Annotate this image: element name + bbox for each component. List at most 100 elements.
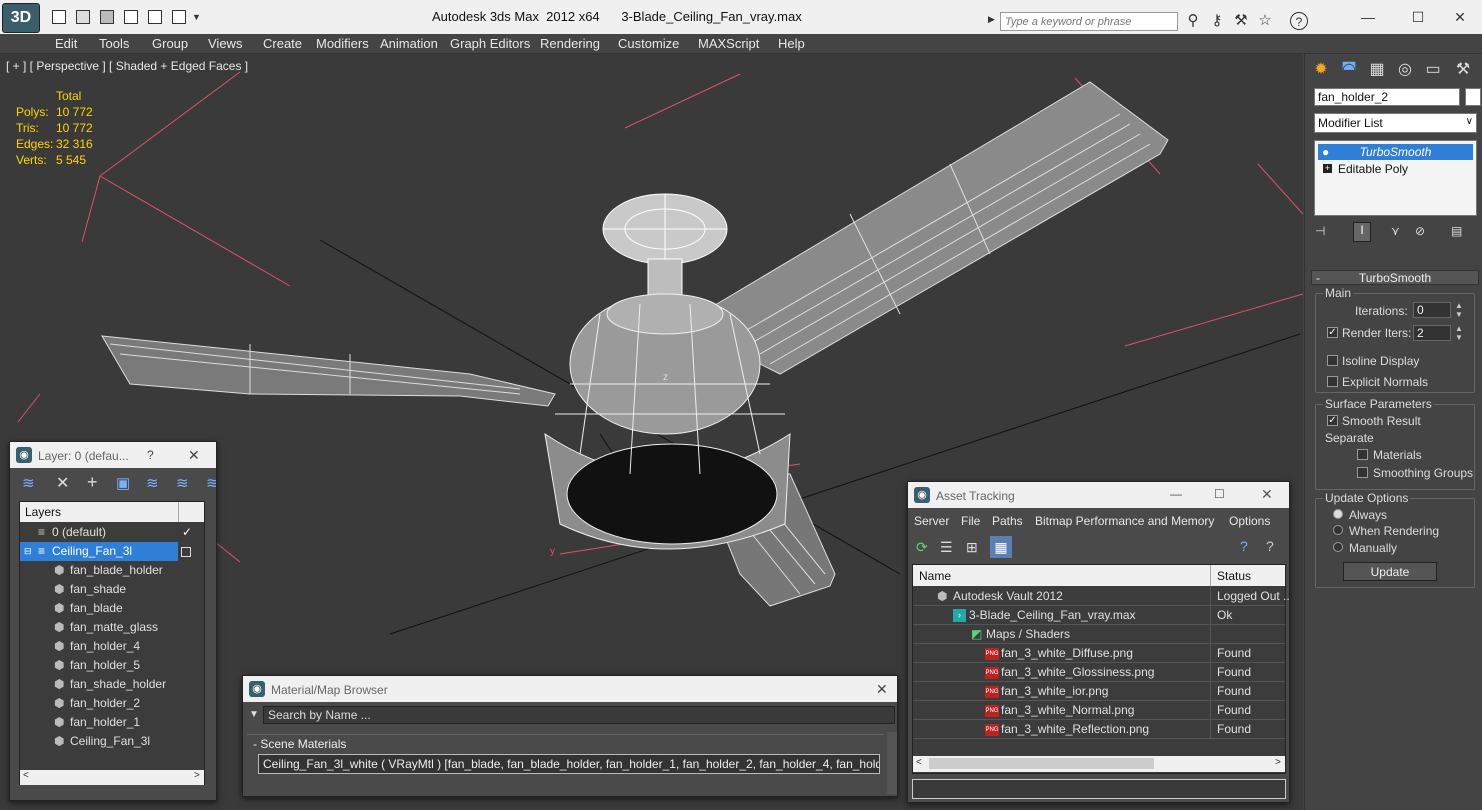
subscription-key-icon[interactable]: ⚷	[1208, 12, 1226, 30]
menu-file[interactable]: File	[961, 514, 980, 528]
expand-plus-icon[interactable]: +	[1323, 164, 1332, 173]
search-by-name-input[interactable]: Search by Name ...	[263, 706, 895, 724]
name-column-header[interactable]: Name	[919, 569, 951, 583]
new-scene-icon[interactable]	[52, 10, 66, 24]
lightbulb-icon[interactable]: ●	[1322, 144, 1329, 160]
pin-stack-icon[interactable]: ⊣	[1315, 224, 1331, 240]
object-row[interactable]: ⬢ fan_holder_5	[20, 656, 204, 675]
material-browser-titlebar[interactable]: ◉ Material/Map Browser ✕	[243, 676, 897, 702]
layer-dialog-titlebar[interactable]: ◉ Layer: 0 (defau... ? ✕	[10, 442, 216, 468]
asset-row-png[interactable]: PNG fan_3_white_Diffuse.png Found	[913, 644, 1285, 663]
create-tab-icon[interactable]: ✹	[1309, 58, 1333, 82]
menu-graph-editors[interactable]: Graph Editors	[450, 36, 530, 51]
stack-item-turbosmooth[interactable]: ● TurboSmooth	[1318, 144, 1473, 160]
infocenter-expand-icon[interactable]: ▶	[988, 14, 995, 25]
scroll-left-icon[interactable]: <	[916, 757, 922, 768]
browser-options-dropdown-icon[interactable]: ▼	[249, 709, 259, 720]
help-icon[interactable]: ?	[147, 448, 154, 462]
asset-path-field[interactable]	[912, 779, 1286, 799]
menu-group[interactable]: Group	[152, 36, 188, 51]
help-icon[interactable]: ?	[1290, 12, 1308, 30]
freeze-all-layers-icon[interactable]: ≋	[206, 474, 216, 492]
help-query-icon[interactable]: ?	[1240, 538, 1248, 554]
select-objects-icon[interactable]: ▣	[116, 474, 130, 492]
utilities-tab-icon[interactable]: ⚒	[1451, 58, 1475, 82]
make-unique-icon[interactable]: ⋎	[1391, 224, 1407, 240]
modifier-list-dropdown[interactable]: Modifier List ∨	[1314, 113, 1477, 133]
save-file-icon[interactable]	[100, 10, 114, 24]
settings-help-icon[interactable]: ?	[1266, 538, 1274, 554]
configure-modifier-sets-icon[interactable]: ▤	[1451, 224, 1467, 240]
menu-rendering[interactable]: Rendering	[540, 36, 600, 51]
add-to-layer-icon[interactable]: +	[87, 472, 98, 493]
menu-animation[interactable]: Animation	[380, 36, 438, 51]
modify-tab-icon[interactable]: ◚	[1337, 58, 1361, 82]
asset-row-png[interactable]: PNG fan_3_white_ior.png Found	[913, 682, 1285, 701]
object-color-swatch[interactable]	[1465, 88, 1481, 106]
object-row[interactable]: ⬢ fan_shade	[20, 580, 204, 599]
asset-row-vault[interactable]: ⬢ Autodesk Vault 2012 Logged Out ..	[913, 587, 1290, 606]
display-tab-icon[interactable]: ▭	[1421, 58, 1445, 82]
stack-item-editable-poly[interactable]: + Editable Poly	[1318, 161, 1473, 177]
asset-row-max-file[interactable]: › 3-Blade_Ceiling_Fan_vray.max Ok	[913, 606, 1285, 625]
collapse-minus-icon[interactable]: ⊟	[24, 542, 32, 561]
asset-row-maps-folder[interactable]: ◩ Maps / Shaders	[913, 625, 1285, 644]
render-iters-spinner-arrows-icon[interactable]: ▲ ▼	[1455, 324, 1463, 342]
quick-access-dropdown-icon[interactable]: ▼	[192, 12, 201, 22]
menu-customize[interactable]: Customize	[618, 36, 679, 51]
minimize-button[interactable]: —	[1170, 487, 1182, 501]
scroll-right-icon[interactable]: >	[1275, 757, 1281, 768]
refresh-icon[interactable]: ⟳	[916, 539, 928, 556]
hierarchy-tab-icon[interactable]: ▦	[1365, 58, 1389, 82]
maximize-button[interactable]: ☐	[1214, 487, 1225, 501]
menu-maxscript[interactable]: MAXScript	[698, 36, 759, 51]
smooth-result-checkbox[interactable]: ✓	[1327, 415, 1338, 426]
communication-center-icon[interactable]: ⚒	[1232, 12, 1250, 30]
tree-view-icon[interactable]: ⊞	[966, 539, 978, 556]
horizontal-scrollbar[interactable]: < >	[20, 770, 204, 785]
open-file-icon[interactable]	[76, 10, 90, 24]
object-row[interactable]: ⬢ fan_matte_glass	[20, 618, 204, 637]
menu-server[interactable]: Server	[914, 514, 949, 528]
close-icon[interactable]: ✕	[876, 681, 888, 698]
menu-views[interactable]: Views	[208, 36, 242, 51]
asset-row-png[interactable]: PNG fan_3_white_Reflection.png Found	[913, 720, 1285, 739]
horizontal-scrollbar[interactable]: < >	[913, 756, 1285, 772]
maximize-button[interactable]: ☐	[1398, 6, 1438, 28]
manually-radio[interactable]	[1333, 542, 1343, 552]
delete-layer-icon[interactable]: ✕	[56, 473, 69, 493]
binoculars-icon[interactable]: ⚲	[1184, 12, 1202, 30]
redo-icon[interactable]	[148, 10, 162, 24]
smoothing-groups-checkbox[interactable]	[1357, 467, 1368, 478]
isoline-display-checkbox[interactable]	[1327, 355, 1338, 366]
current-layer-check-icon[interactable]: ✓	[182, 523, 192, 542]
object-name-field[interactable]: fan_holder_2	[1314, 88, 1460, 106]
object-row[interactable]: ⬢ fan_holder_1	[20, 713, 204, 732]
iterations-spinner[interactable]: 0	[1413, 302, 1451, 318]
render-iters-spinner[interactable]: 2	[1413, 325, 1451, 341]
hide-all-layers-icon[interactable]: ≋	[176, 474, 189, 492]
vertical-scrollbar[interactable]	[887, 732, 897, 794]
list-view-icon[interactable]: ☰	[940, 539, 953, 556]
asset-row-png[interactable]: PNG fan_3_white_Normal.png Found	[913, 701, 1285, 720]
render-iters-checkbox[interactable]: ✓	[1327, 327, 1338, 338]
menu-create[interactable]: Create	[263, 36, 302, 51]
create-layer-icon[interactable]: ≋	[22, 474, 35, 492]
minimize-button[interactable]: —	[1348, 6, 1388, 28]
highlight-layer-icon[interactable]: ≋	[146, 474, 159, 492]
show-end-result-icon[interactable]: I	[1353, 222, 1371, 242]
layer-row-default[interactable]: ≡ 0 (default) ✓	[20, 523, 204, 542]
materials-checkbox[interactable]	[1357, 449, 1368, 460]
viewport-label[interactable]: [ + ] [ Perspective ] [ Shaded + Edged F…	[6, 59, 248, 73]
when-rendering-radio[interactable]	[1333, 525, 1343, 535]
menu-modifiers[interactable]: Modifiers	[316, 36, 369, 51]
search-input[interactable]: Type a keyword or phrase	[1000, 12, 1178, 31]
update-button[interactable]: Update	[1343, 562, 1437, 581]
layers-column-header[interactable]: Layers	[20, 502, 204, 522]
table-view-icon[interactable]: ▦	[990, 536, 1012, 558]
motion-tab-icon[interactable]: ◎	[1393, 58, 1417, 82]
iterations-spinner-arrows-icon[interactable]: ▲ ▼	[1455, 301, 1463, 319]
status-column-header[interactable]: Status	[1217, 569, 1251, 583]
menu-paths[interactable]: Paths	[992, 514, 1023, 528]
object-row[interactable]: ⬢ fan_blade	[20, 599, 204, 618]
